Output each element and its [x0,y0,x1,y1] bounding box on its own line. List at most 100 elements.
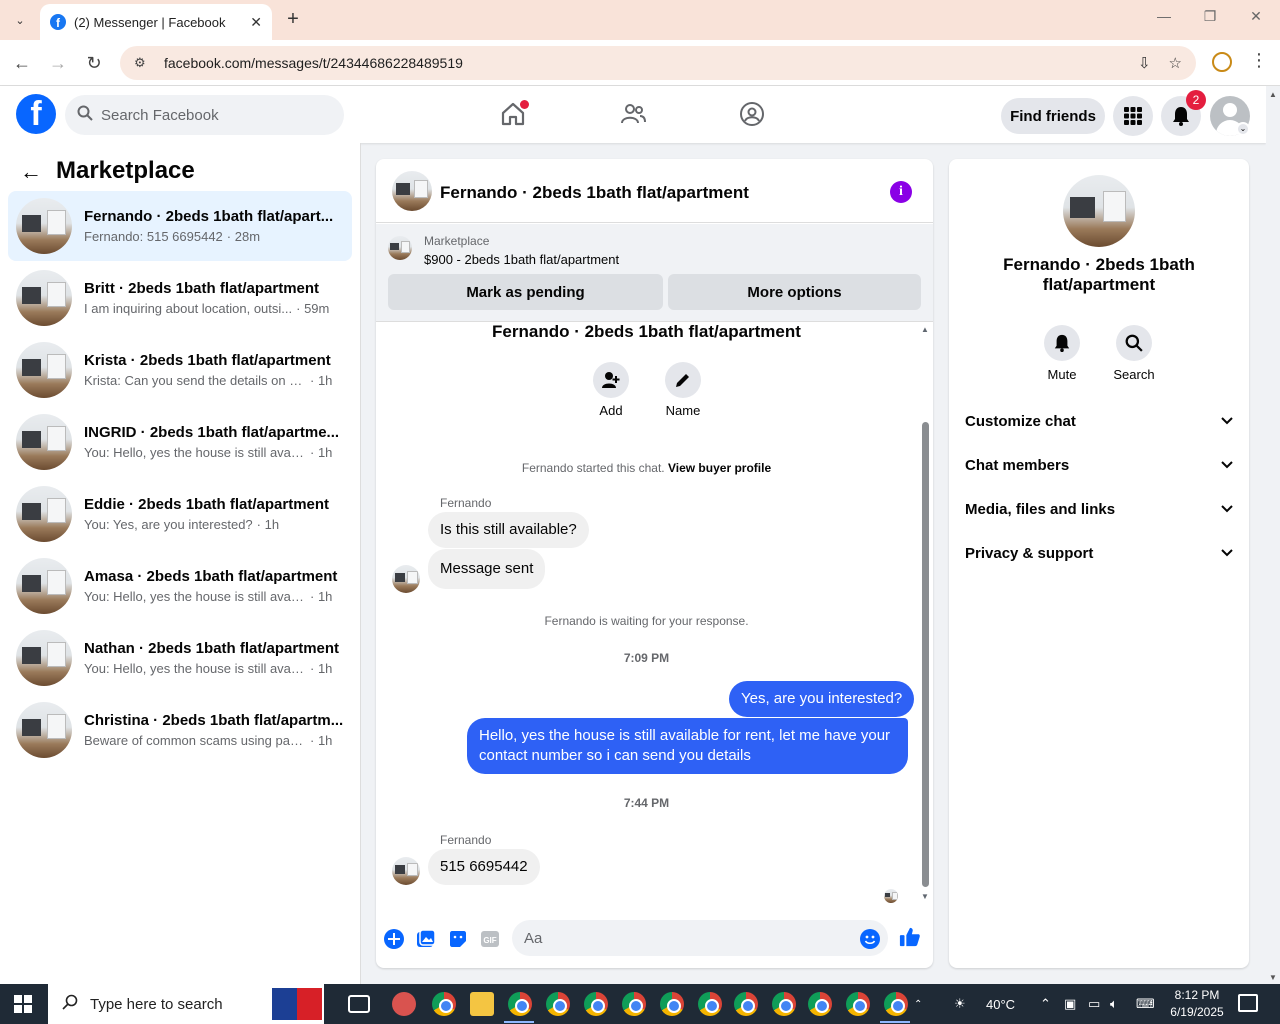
windows-start-icon[interactable] [14,995,32,1013]
customize-chat-section[interactable]: Customize chat [957,401,1241,441]
outgoing-message[interactable]: Hello, yes the house is still available … [467,718,908,774]
menu-grid-icon[interactable] [1113,96,1153,136]
incoming-message[interactable]: Is this still available? [428,512,589,548]
chrome-icon[interactable] [698,992,722,1016]
weather-icon[interactable]: ☀ [954,984,966,1024]
chrome-icon[interactable] [846,992,870,1016]
browser-tab[interactable]: f (2) Messenger | Facebook ✕ [40,4,272,40]
more-options-button[interactable]: More options [668,274,921,310]
chrome-icon[interactable] [432,992,456,1016]
restore-button[interactable]: ❐ [1198,8,1222,25]
tray-chevron-icon[interactable]: ⌃ [1040,984,1051,1024]
new-tab-button[interactable]: + [282,8,304,30]
taskbar-scroll-icon[interactable]: ⌃ [914,984,922,1024]
chrome-icon[interactable] [584,992,608,1016]
facebook-logo[interactable]: f [16,94,56,134]
address-bar[interactable]: ⚙ facebook.com/messages/t/24344686228489… [120,46,1196,80]
task-view-icon[interactable] [348,995,370,1013]
details-avatar[interactable] [1063,175,1135,247]
marketplace-label: Marketplace [424,234,490,248]
conversation-item[interactable]: Eddie · 2beds 1bath flat/apartment You: … [8,479,352,549]
sender-avatar[interactable] [392,857,420,885]
groups-icon[interactable] [738,100,766,128]
facebook-search-input[interactable]: Search Facebook [65,95,344,135]
conversation-item[interactable]: Amasa · 2beds 1bath flat/apartment You: … [8,551,352,621]
back-button[interactable]: ← [10,51,34,75]
sender-avatar[interactable] [392,565,420,593]
browser-profile-icon[interactable] [1212,52,1232,72]
chrome-icon[interactable] [660,992,684,1016]
friends-icon[interactable] [619,100,647,128]
notification-center-icon[interactable] [1238,994,1258,1012]
conversation-time: · 1h [310,373,333,388]
listing-price-title[interactable]: $900 - 2beds 1bath flat/apartment [424,252,619,267]
browser-menu-icon[interactable]: ⋮ [1250,50,1268,71]
tab-close-icon[interactable]: ✕ [250,14,262,31]
active-app-indicator [504,1021,534,1023]
conversation-item[interactable]: Krista · 2beds 1bath flat/apartment Kris… [8,335,352,405]
privacy-support-section[interactable]: Privacy & support [957,533,1241,573]
chat-title[interactable]: Fernando · 2beds 1bath flat/apartment [440,183,749,203]
section-label: Privacy & support [965,544,1094,562]
chrome-icon[interactable] [508,992,532,1016]
plus-circle-icon[interactable] [383,928,405,950]
conversation-item[interactable]: Nathan · 2beds 1bath flat/apartment You:… [8,623,352,693]
message-input[interactable]: Aa [512,920,888,956]
chrome-icon[interactable] [734,992,758,1016]
sticker-icon[interactable] [447,928,469,950]
meet-icon[interactable]: ▣ [1064,984,1076,1024]
page-scrollbar[interactable]: ▲ ▼ [1266,86,1280,984]
back-arrow-icon[interactable]: ← [20,159,42,185]
media-files-links-section[interactable]: Media, files and links [957,489,1241,529]
thumbs-up-icon[interactable] [899,926,921,948]
conversation-time: · 28m [226,229,261,244]
chat-members-section[interactable]: Chat members [957,445,1241,485]
close-window-button[interactable]: ✕ [1244,8,1268,25]
mark-as-pending-button[interactable]: Mark as pending [388,274,663,310]
conversation-item[interactable]: Christina · 2beds 1bath flat/apartm... B… [8,695,352,765]
search-in-conversation-button[interactable]: Search [1104,325,1164,382]
gif-icon[interactable]: GIF [479,928,501,950]
chrome-icon[interactable] [772,992,796,1016]
chat-avatar[interactable] [392,171,432,211]
emoji-icon[interactable] [859,928,881,950]
photo-icon[interactable] [415,928,437,950]
view-buyer-profile-link[interactable]: View buyer profile [668,461,771,475]
network-icon[interactable]: ▭ [1088,984,1100,1024]
incoming-message[interactable]: Message sent [428,549,546,589]
conversation-item[interactable]: INGRID · 2beds 1bath flat/apartme... You… [8,407,352,477]
incoming-message[interactable]: 515 6695442 [428,849,540,885]
taskbar-clock[interactable]: 8:12 PM 6/19/2025 [1160,987,1234,1021]
mute-button[interactable]: Mute [1032,325,1092,382]
scrollbar-thumb[interactable] [922,422,929,887]
app-icon[interactable] [392,992,416,1016]
info-icon[interactable]: i [890,181,912,203]
name-button[interactable]: Name [653,362,713,418]
search-icon [1116,325,1152,361]
add-button[interactable]: Add [581,362,641,418]
bookmark-star-icon[interactable]: ☆ [1169,54,1182,72]
chrome-icon[interactable] [884,992,908,1016]
outgoing-message[interactable]: Yes, are you interested? [729,681,915,717]
conversation-preview: You: Hello, yes the house is still avail… [84,589,306,604]
weather-temperature[interactable]: 40°C [986,984,1015,1024]
thread-scrollbar[interactable]: ▲ ▼ [917,322,933,902]
find-friends-button[interactable]: Find friends [1001,98,1105,134]
conversation-item[interactable]: Fernando · 2beds 1bath flat/apart... Fer… [8,191,352,261]
conversation-item[interactable]: Britt · 2beds 1bath flat/apartment I am … [8,263,352,333]
volume-icon[interactable]: 🔈︎ [1110,984,1118,1024]
reload-button[interactable]: ↻ [82,51,106,75]
file-explorer-icon[interactable] [470,992,494,1016]
forward-button[interactable]: → [46,51,70,75]
account-chevron-icon[interactable]: ⌄ [1236,122,1250,136]
chrome-icon[interactable] [808,992,832,1016]
minimize-button[interactable]: — [1152,8,1176,24]
conversation-name: Krista · 2beds 1bath flat/apartment [84,352,331,369]
read-receipt-avatar [884,889,898,903]
chrome-icon[interactable] [546,992,570,1016]
site-info-icon[interactable]: ⚙ [134,55,150,71]
tab-search-chevron-icon[interactable]: ⌄ [8,8,32,32]
install-app-icon[interactable]: ⇩ [1138,54,1151,72]
chrome-icon[interactable] [622,992,646,1016]
keyboard-icon[interactable]: ⌨ [1136,984,1155,1024]
